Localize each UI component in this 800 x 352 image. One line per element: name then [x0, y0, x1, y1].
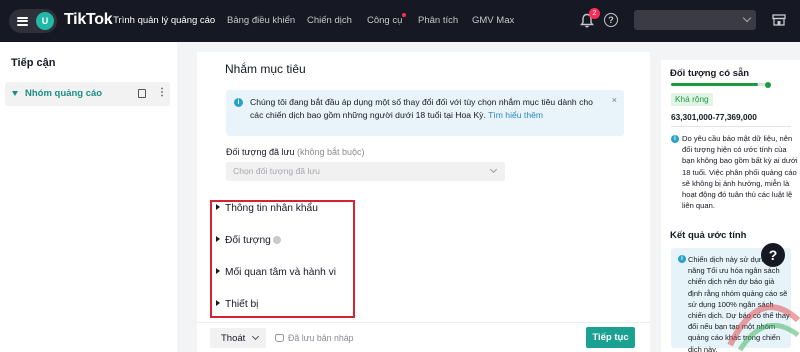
- account-switcher[interactable]: [634, 10, 756, 30]
- info-icon: i: [234, 98, 243, 107]
- chevron-down-icon: [489, 165, 498, 174]
- saved-audience-select[interactable]: Chọn đối tượng đã lưu: [226, 162, 505, 181]
- saved-audience-label: Đối tượng đã lưu (không bắt buộc): [226, 147, 365, 157]
- more-icon[interactable]: ⋮: [157, 88, 167, 98]
- nav-gmv-max[interactable]: GMV Max: [472, 15, 514, 26]
- highlight-box: [210, 200, 355, 318]
- draft-saved-label: Đã lưu bản nháp: [288, 333, 354, 343]
- saved-audience-label-text: Đối tượng đã lưu: [226, 147, 295, 157]
- sidebar-item-ad-group[interactable]: Nhóm quảng cáo ⋮: [5, 82, 170, 106]
- exit-button[interactable]: Thoát: [210, 328, 266, 348]
- menu-toggle-button[interactable]: U: [9, 9, 57, 33]
- notice-text: Chúng tôi đang bắt đầu áp dụng một số th…: [250, 96, 604, 122]
- audience-size-indicator: [765, 82, 771, 88]
- close-icon[interactable]: ×: [612, 95, 617, 105]
- avatar: U: [36, 12, 54, 30]
- copy-icon[interactable]: [138, 89, 146, 98]
- exit-button-label: Thoát: [221, 333, 246, 344]
- info-icon: i: [678, 255, 686, 263]
- store-icon[interactable]: [772, 14, 786, 26]
- chevron-down-icon: [251, 332, 260, 341]
- help-icon[interactable]: ?: [604, 13, 618, 27]
- watermark-logo: [727, 304, 800, 352]
- learn-more-link[interactable]: Tìm hiểu thêm: [488, 110, 543, 120]
- divider: [671, 126, 791, 127]
- draft-saved-status: Đã lưu bản nháp: [275, 333, 354, 343]
- continue-button[interactable]: Tiếp tục: [586, 327, 635, 348]
- tiktok-logo[interactable]: TikTok: [64, 11, 113, 29]
- left-sidebar: Tiếp cận Nhóm quảng cáo ⋮: [0, 42, 177, 352]
- estimated-results-title: Kết quả ước tính: [670, 230, 747, 241]
- optional-hint: (không bắt buộc): [297, 147, 365, 157]
- sidebar-title: Tiếp cận: [11, 57, 56, 69]
- available-audience-panel: Đối tượng có sẵn Khá rộng 63,301,000-77,…: [661, 60, 800, 240]
- targeting-panel: Nhắm mục tiêu i Chúng tôi đang bắt đầu á…: [197, 52, 650, 352]
- notification-dot: [402, 13, 407, 17]
- sidebar-item-label: Nhóm quảng cáo: [25, 88, 103, 99]
- nav-dashboard[interactable]: Bảng điều khiển: [227, 15, 295, 26]
- audience-size-meter: [671, 83, 766, 86]
- top-navigation-bar: U TikTok : Trình quản lý quảng cáo Bảng …: [0, 0, 800, 42]
- audience-breadth-badge: Khá rộng: [671, 93, 713, 106]
- help-chat-button[interactable]: ?: [761, 243, 785, 267]
- audience-size-meter-fill: [671, 83, 759, 86]
- expand-caret-icon[interactable]: [12, 91, 18, 96]
- bottom-action-bar: Thoát Đã lưu bản nháp Tiếp tục: [197, 322, 650, 352]
- nav-analytics[interactable]: Phân tích: [418, 15, 458, 26]
- hamburger-icon: [17, 16, 28, 26]
- product-name: : Trình quản lý quảng cáo: [108, 15, 216, 26]
- section-title: Nhắm mục tiêu: [225, 62, 306, 76]
- nav-tools-label: Công cụ: [367, 15, 403, 26]
- chevron-down-icon: [742, 13, 752, 23]
- policy-notice: i Chúng tôi đang bắt đầu áp dụng một số …: [226, 90, 624, 136]
- notification-count-badge: 2: [589, 8, 600, 19]
- audience-size-range: 63,301,000-77,369,000: [671, 112, 757, 122]
- saved-audience-placeholder: Chọn đối tượng đã lưu: [233, 166, 320, 176]
- nav-tools[interactable]: Công cụ: [367, 13, 407, 26]
- cloud-saved-icon: [275, 334, 284, 342]
- available-audience-title: Đối tượng có sẵn: [670, 68, 750, 79]
- info-icon: i: [671, 135, 679, 143]
- audience-privacy-note: Do yêu cầu bảo mật dữ liệu, nên đối tượn…: [682, 134, 798, 211]
- nav-campaigns[interactable]: Chiến dịch: [307, 15, 352, 26]
